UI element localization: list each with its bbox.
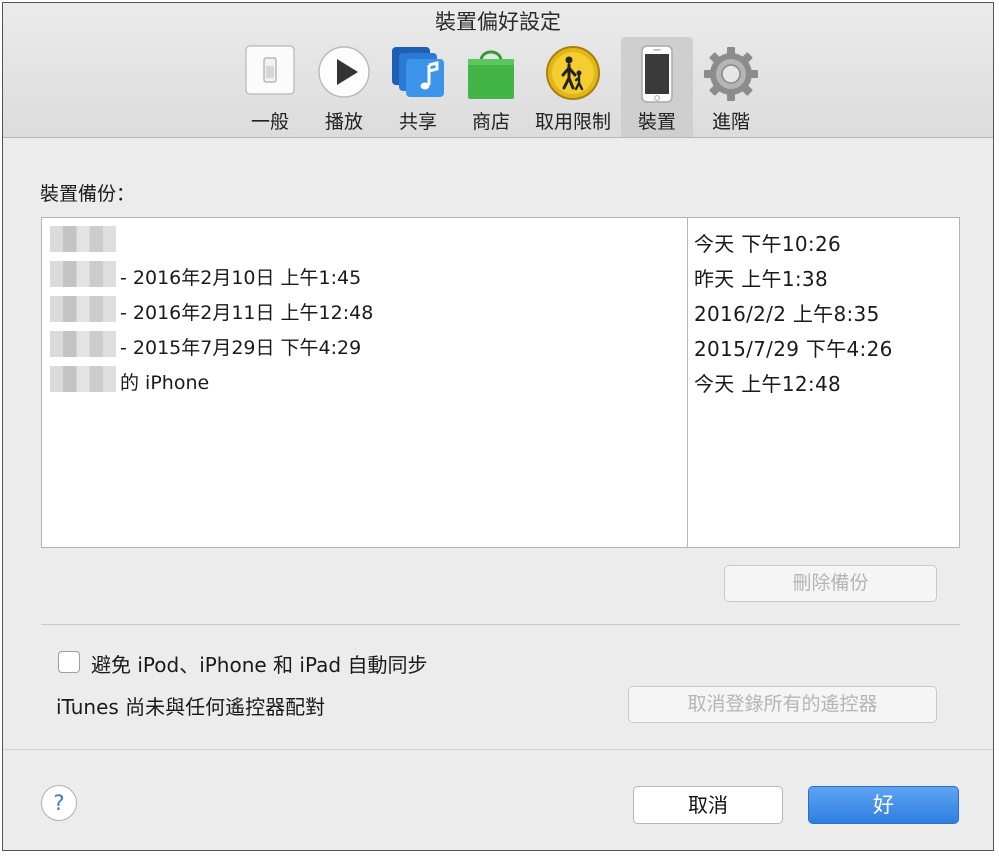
backup-name: - 2016年2月11日 上午12:48 xyxy=(120,302,374,324)
store-bag-icon xyxy=(464,45,518,105)
tab-label: 播放 xyxy=(324,111,363,133)
tab-store[interactable]: 商店 xyxy=(459,37,523,137)
backup-list: 今天 下午10:26 - 2016年2月10日 上午1:45 昨天 上午1:38… xyxy=(41,217,960,548)
backup-row[interactable]: - 2016年2月11日 上午12:48 2016/2/2 上午8:35 xyxy=(42,292,959,327)
redacted-device-name xyxy=(50,331,116,357)
tab-general[interactable]: 一般 xyxy=(239,37,301,137)
playback-icon xyxy=(317,45,371,103)
redacted-device-name xyxy=(50,296,116,322)
backup-row[interactable]: - 2016年2月10日 上午1:45 昨天 上午1:38 xyxy=(42,257,959,292)
preferences-window: 裝置偏好設定 一般 播放 共享 商店 取用限制 裝置 進階 裝置備份： 今天 下… xyxy=(2,2,994,851)
sharing-icon xyxy=(390,45,446,105)
footer-divider xyxy=(3,749,993,750)
tab-playback[interactable]: 播放 xyxy=(312,37,376,137)
general-switch-icon xyxy=(245,45,295,99)
backup-date: 2016/2/2 上午8:35 xyxy=(694,302,880,326)
backup-row[interactable]: - 2015年7月29日 下午4:29 2015/7/29 下午4:26 xyxy=(42,327,959,362)
backup-date: 今天 下午10:26 xyxy=(694,232,841,256)
gear-icon xyxy=(702,45,760,107)
remote-status-text: iTunes 尚未與任何遙控器配對 xyxy=(56,695,326,719)
divider xyxy=(41,624,960,625)
backup-row[interactable]: 的 iPhone 今天 上午12:48 xyxy=(42,362,959,397)
window-title: 裝置偏好設定 xyxy=(435,10,561,34)
tab-label: 商店 xyxy=(471,111,510,133)
delete-backup-button[interactable]: 刪除備份 xyxy=(724,565,937,602)
tab-label: 取用限制 xyxy=(534,111,611,133)
backup-date: 今天 上午12:48 xyxy=(694,372,841,396)
redacted-device-name xyxy=(50,366,116,392)
backup-name: 的 iPhone xyxy=(120,372,210,394)
tab-label: 進階 xyxy=(711,111,750,133)
backup-date: 昨天 上午1:38 xyxy=(694,267,828,291)
parental-controls-icon xyxy=(545,45,601,105)
toolbar: 裝置偏好設定 一般 播放 共享 商店 取用限制 裝置 進階 xyxy=(3,3,993,138)
unpair-remotes-button[interactable]: 取消登錄所有的遙控器 xyxy=(628,686,937,723)
tab-sharing[interactable]: 共享 xyxy=(386,37,450,137)
tab-parental-controls[interactable]: 取用限制 xyxy=(532,37,614,137)
prevent-sync-label[interactable]: 避免 iPod、iPhone 和 iPad 自動同步 xyxy=(91,649,427,678)
help-button[interactable]: ? xyxy=(41,785,77,821)
backups-section-label: 裝置備份： xyxy=(40,183,136,205)
tab-label: 裝置 xyxy=(637,111,676,133)
redacted-device-name xyxy=(50,226,116,252)
cancel-button[interactable]: 取消 xyxy=(633,786,783,824)
backup-name: - 2016年2月10日 上午1:45 xyxy=(120,267,362,289)
tab-advanced[interactable]: 進階 xyxy=(699,37,763,137)
backup-row[interactable]: 今天 下午10:26 xyxy=(42,222,959,257)
redacted-device-name xyxy=(50,261,116,287)
tab-label: 共享 xyxy=(398,111,437,133)
backup-name: - 2015年7月29日 下午4:29 xyxy=(120,337,362,359)
ok-button[interactable]: 好 xyxy=(808,786,959,824)
device-iphone-icon xyxy=(640,45,674,107)
backup-date: 2015/7/29 下午4:26 xyxy=(694,337,893,361)
tab-devices[interactable]: 裝置 xyxy=(621,37,693,137)
tab-label: 一般 xyxy=(250,111,289,133)
prevent-sync-checkbox[interactable] xyxy=(58,651,80,673)
